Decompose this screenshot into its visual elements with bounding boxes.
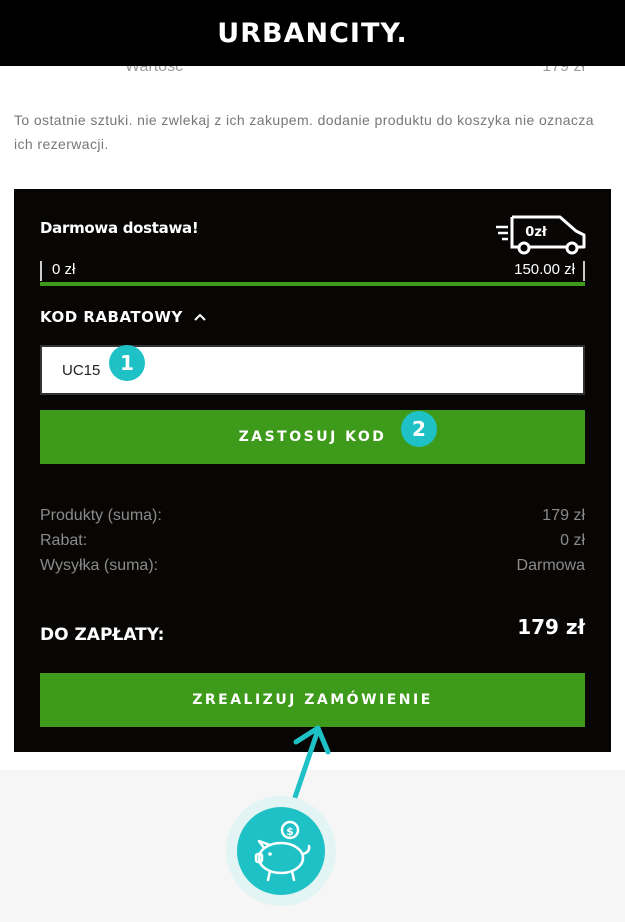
progress-min-label: 0 zł bbox=[52, 261, 76, 278]
free-shipping-progress-bar bbox=[40, 282, 585, 286]
summary-row-discount: Rabat: 0 zł bbox=[40, 532, 585, 554]
progress-end-tick bbox=[583, 261, 585, 281]
place-order-button[interactable]: ZREALIZUJ ZAMÓWIENIE bbox=[40, 673, 585, 727]
summary-row-label: Produkty (suma): bbox=[40, 507, 162, 524]
summary-row-value: 0 zł bbox=[560, 532, 585, 549]
piggy-bank-icon: $ bbox=[226, 796, 336, 906]
progress-start-tick bbox=[40, 261, 42, 281]
total-row: DO ZAPŁATY: 179 zł bbox=[40, 609, 585, 645]
summary-row-label: Wysyłka (suma): bbox=[40, 557, 159, 574]
top-bar: URBANCITY. bbox=[0, 0, 625, 66]
summary-row-value: Darmowa bbox=[516, 557, 585, 574]
chevron-up-icon bbox=[194, 313, 206, 321]
step-badge-2: 2 bbox=[401, 411, 437, 447]
summary-row-value: 179 zł bbox=[542, 507, 585, 524]
total-value: 179 zł bbox=[517, 615, 585, 639]
summary-row-products: Produkty (suma): 179 zł bbox=[40, 507, 585, 529]
step-badge-1: 1 bbox=[109, 345, 145, 381]
van-badge-text: 0zł bbox=[525, 225, 548, 240]
delivery-van-icon: 0zł bbox=[496, 215, 586, 255]
cart-summary-panel: Darmowa dostawa! 0zł 0 zł 150.00 zł KOD … bbox=[14, 189, 611, 752]
summary-row-shipping: Wysyłka (suma): Darmowa bbox=[40, 557, 585, 579]
total-label: DO ZAPŁATY: bbox=[40, 625, 165, 645]
apply-code-button[interactable]: ZASTOSUJ KOD bbox=[40, 410, 585, 464]
svg-text:$: $ bbox=[286, 825, 294, 838]
free-shipping-title: Darmowa dostawa! bbox=[40, 219, 199, 237]
summary-row-label: Rabat: bbox=[40, 532, 88, 549]
progress-fill bbox=[40, 282, 585, 286]
discount-toggle-label: KOD RABATOWY bbox=[40, 308, 183, 326]
progress-max-label: 150.00 zł bbox=[514, 261, 575, 278]
discount-code-toggle[interactable]: KOD RABATOWY bbox=[40, 308, 207, 326]
stock-notice: To ostatnie sztuki. nie zwlekaj z ich za… bbox=[14, 112, 594, 152]
logo[interactable]: URBANCITY. bbox=[217, 18, 407, 49]
